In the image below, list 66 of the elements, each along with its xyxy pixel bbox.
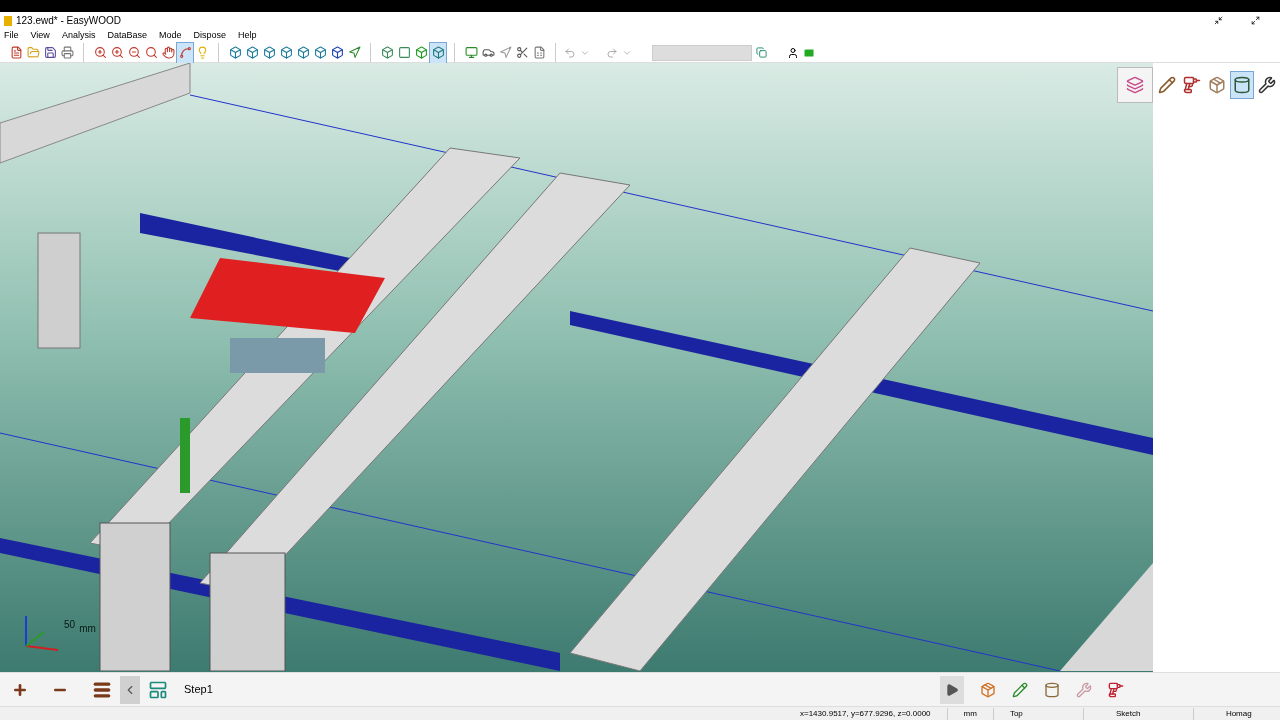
app-icon — [4, 15, 12, 26]
vehicle-icon — [481, 46, 495, 59]
mode-readout: Sketch — [1083, 707, 1194, 720]
menu-item[interactable]: Mode — [158, 29, 182, 43]
shaded-cube-icon — [431, 46, 445, 59]
outline-cube-icon — [397, 46, 411, 59]
sheet-icon — [532, 46, 546, 59]
dropdown-field[interactable] — [652, 44, 752, 61]
solid-cube-icon — [414, 46, 428, 59]
cylinder-icon[interactable] — [1044, 681, 1060, 698]
menu-item[interactable]: DataBase — [107, 29, 147, 43]
polyline-icon — [178, 46, 192, 59]
window-title: 123.ewd* - EasyWOOD — [16, 14, 122, 28]
zoom-in-icon — [93, 46, 107, 59]
scale-value: 50 — [64, 618, 76, 632]
wireframe-cube-icon — [380, 46, 394, 59]
cube-icon — [228, 46, 242, 59]
coordinates-readout: x=1430.9517, y=677.9296, z=0.0000 — [800, 707, 948, 720]
view-readout: Top — [993, 707, 1084, 720]
menu-item[interactable]: Dispose — [193, 29, 226, 43]
hand-icon — [161, 46, 175, 59]
layers-icon[interactable] — [1126, 76, 1144, 94]
shaded-cube-button[interactable] — [430, 42, 446, 63]
scale-unit: mm — [79, 622, 96, 636]
scissors-icon — [515, 46, 529, 59]
copy-icon[interactable] — [756, 47, 767, 58]
arrow-icon — [498, 46, 512, 59]
add-icon[interactable] — [12, 681, 28, 698]
play-button[interactable] — [940, 675, 964, 704]
menu-item[interactable]: View — [30, 29, 50, 43]
menu-item[interactable]: File — [4, 29, 19, 43]
play-icon — [945, 682, 959, 697]
cube-icon — [296, 46, 310, 59]
layout-icon[interactable] — [148, 679, 168, 700]
drill-icon — [1183, 76, 1201, 94]
drill-icon[interactable] — [1108, 681, 1124, 698]
screen-icon — [464, 46, 478, 59]
menu-item[interactable]: Help — [237, 29, 257, 43]
polyline-button[interactable] — [177, 42, 193, 63]
pencil-icon[interactable] — [1012, 681, 1028, 698]
zoom-window-icon — [110, 46, 124, 59]
machine-readout: Homag — [1224, 707, 1252, 720]
printer-icon — [60, 46, 74, 59]
menu-item[interactable]: Analysis — [61, 29, 96, 43]
minimize-icon[interactable] — [1214, 16, 1223, 25]
tool-icon — [1258, 76, 1276, 94]
box-icon[interactable] — [980, 681, 996, 698]
save-icon — [43, 46, 57, 59]
step-label: Step1 — [184, 682, 213, 698]
user-icon[interactable] — [787, 46, 799, 59]
cube-icon — [313, 46, 327, 59]
search-icon — [144, 46, 158, 59]
3d-viewport[interactable]: 50 mm — [0, 63, 1153, 672]
cube-icon — [279, 46, 293, 59]
cube-icon — [245, 46, 259, 59]
restore-icon[interactable] — [1251, 16, 1260, 25]
document-icon — [9, 46, 23, 59]
folder-icon — [26, 46, 40, 59]
cube-icon — [262, 46, 276, 59]
cylinder-icon — [1233, 76, 1251, 94]
previous-button[interactable] — [120, 675, 140, 704]
unit-readout: mm — [947, 707, 994, 720]
side-tool-button[interactable] — [1230, 71, 1254, 99]
zoom-out-icon — [127, 46, 141, 59]
cube-icon — [330, 46, 344, 59]
pencil-icon — [1158, 76, 1176, 94]
